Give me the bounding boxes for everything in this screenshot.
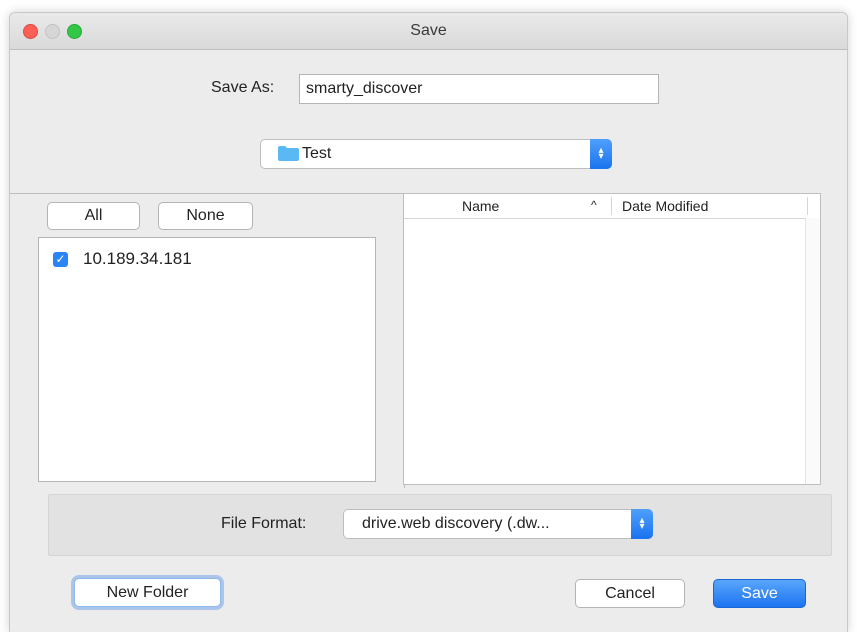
popup-chevron-icon: ▴ ▾ [631,509,653,539]
device-checkbox[interactable]: ✓ [53,252,68,267]
file-format-label: File Format: [221,515,307,532]
save-as-input[interactable]: smarty_discover [299,74,659,104]
cancel-button[interactable]: Cancel [575,579,685,608]
file-list[interactable]: Name ^ Date Modified [403,193,821,485]
new-folder-button[interactable]: New Folder [74,578,221,607]
file-format-bar: File Format: drive.web discovery (.dw...… [48,494,832,556]
file-format-value: drive.web discovery (.dw... [362,515,550,532]
name-column-header[interactable]: Name [462,198,499,214]
popup-chevron-icon: ▴ ▾ [590,139,612,169]
file-list-scrollbar[interactable] [805,218,820,484]
file-list-header: Name ^ Date Modified [404,194,820,219]
title-bar[interactable]: Save [10,13,847,50]
save-dialog: Save Save As: smarty_discover Test ▴ ▾ Al… [9,12,848,632]
list-item[interactable]: ✓ 10.189.34.181 [39,246,375,272]
select-none-button[interactable]: None [158,202,253,230]
sort-ascending-icon: ^ [591,198,597,212]
date-modified-column-header[interactable]: Date Modified [622,198,708,214]
location-popup[interactable]: Test ▴ ▾ [260,139,612,169]
select-all-button[interactable]: All [47,202,140,230]
save-button[interactable]: Save [713,579,806,608]
folder-icon [278,146,299,161]
window-title: Save [410,22,447,39]
file-format-popup[interactable]: drive.web discovery (.dw... ▴ ▾ [343,509,653,539]
save-as-label: Save As: [211,79,275,96]
column-divider[interactable] [611,197,612,215]
location-folder-label: Test [302,145,332,162]
column-divider[interactable] [807,197,808,215]
device-list: ✓ 10.189.34.181 [38,237,376,482]
device-label: 10.189.34.181 [83,249,192,268]
